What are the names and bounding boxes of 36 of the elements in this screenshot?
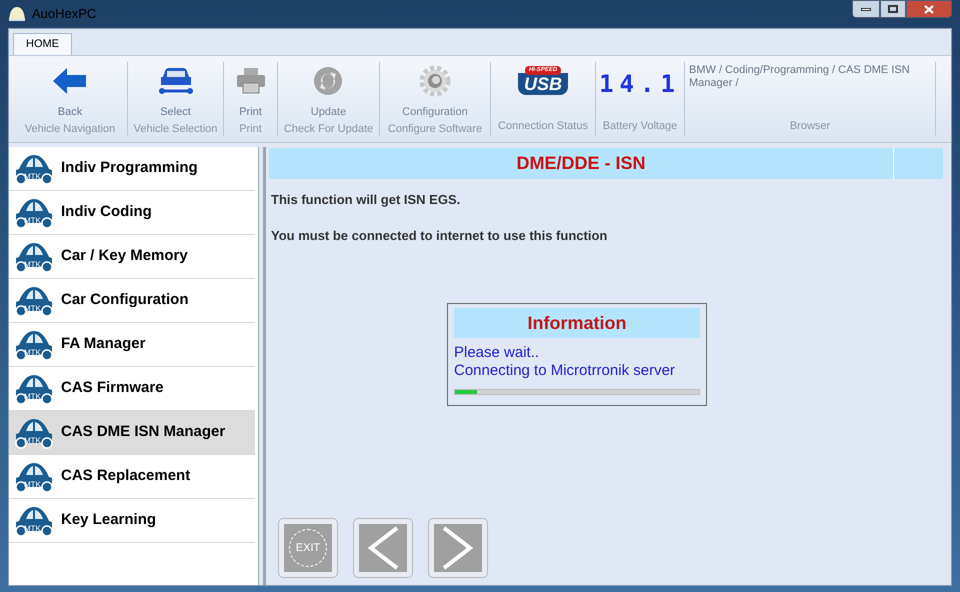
group-label: Battery Voltage (602, 118, 678, 134)
car-wrench-icon (158, 67, 192, 95)
dialog-message: Connecting to Microtrronik server (454, 362, 676, 380)
title-bar-end (893, 148, 943, 179)
group-label: Vehicle Navigation (24, 122, 116, 136)
minimize-button[interactable] (852, 0, 880, 18)
next-button[interactable] (429, 519, 487, 577)
window-title: AuoHexPC (32, 5, 96, 24)
page-title: DME/DDE - ISN (269, 148, 893, 179)
left-arrow-icon (53, 68, 87, 94)
group-label: Connection Status (498, 118, 588, 134)
close-button[interactable] (906, 0, 952, 18)
dialog-title: Information (454, 308, 700, 338)
breadcrumb-path: BMW / Coding/Programming / CAS DME ISN Manager / (688, 64, 911, 90)
info-text: This function will get ISN EGS. (271, 191, 462, 209)
group-label: Browser (790, 118, 830, 134)
chevron-right-icon (442, 526, 474, 570)
refresh-icon (313, 66, 344, 96)
ribbon-tab[interactable]: HOME (13, 33, 72, 55)
printer-icon (236, 68, 264, 94)
dialog-message: Please wait.. (454, 344, 540, 362)
toolbar-button[interactable]: Back (53, 62, 87, 120)
info-text: You must be connected to internet to use this function (271, 226, 608, 244)
group-label: Check For Update (284, 122, 374, 136)
gear-icon (419, 65, 451, 97)
chevron-left-icon (367, 526, 399, 570)
voltage-reading: 14.1 (599, 69, 681, 100)
toolbar-button[interactable]: Select (158, 62, 192, 120)
close-icon (924, 4, 934, 14)
group-label: Print (239, 122, 262, 136)
group-label: Vehicle Selection (134, 122, 218, 136)
group-label: Configure Software (388, 122, 482, 136)
back-button[interactable] (354, 519, 412, 577)
toolbar-button[interactable]: Print (236, 62, 264, 120)
maximize-button[interactable] (880, 0, 906, 18)
app-icon (8, 6, 26, 22)
